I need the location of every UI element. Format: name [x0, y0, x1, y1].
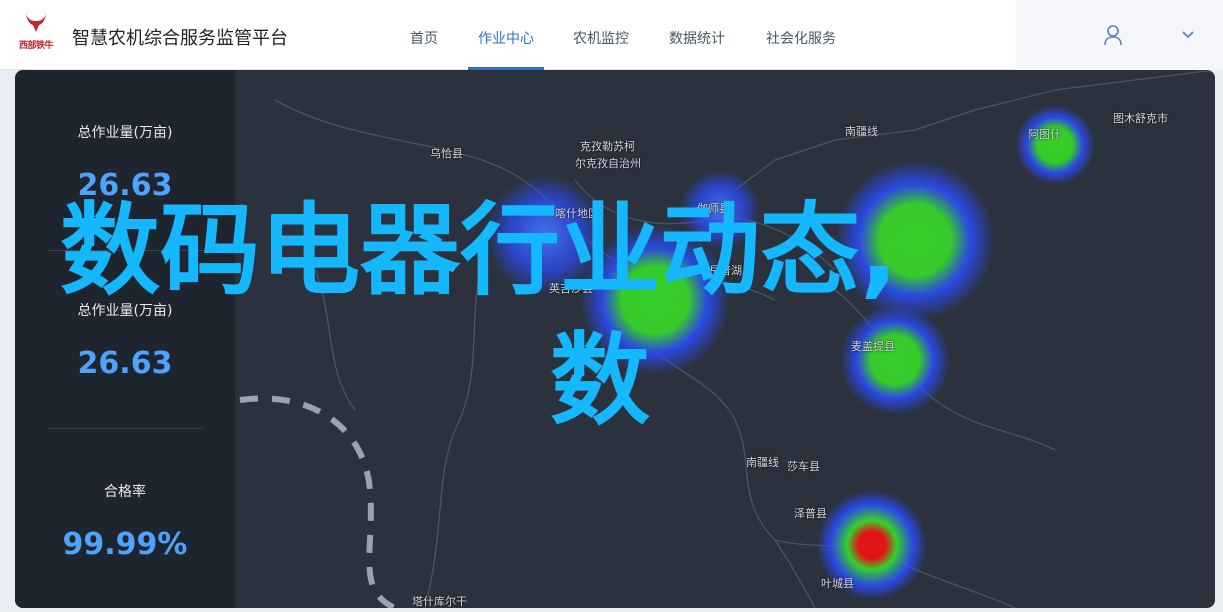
place-label: 泽普县 [794, 507, 827, 520]
chevron-down-icon[interactable] [1182, 31, 1194, 39]
place-label: 叶城县 [821, 577, 854, 590]
logo-text: 西部铁牛 [18, 41, 54, 51]
stat-pass-rate: 合格率 99.99% [15, 481, 235, 562]
bull-logo-icon [26, 14, 46, 32]
place-label: 乌恰县 [430, 147, 463, 160]
heat-spot-6[interactable] [1015, 105, 1095, 185]
stats-sidebar: 总作业量(万亩) 26.63 总作业量(万亩) 26.63 合格率 99.99% [15, 70, 235, 608]
overlay-line-2: 数 [550, 322, 650, 439]
nav-home[interactable]: 首页 [410, 28, 438, 48]
place-label: 南疆线 [746, 456, 779, 469]
heat-spot-5[interactable] [840, 305, 950, 415]
stat-label: 合格率 [104, 484, 146, 500]
user-icon[interactable] [1103, 24, 1123, 46]
overlay-line-1: 数码电器行业动态, [60, 192, 898, 309]
stat-total-work-2: 总作业量(万亩) 26.63 [15, 300, 235, 381]
nav-machine-monitor[interactable]: 农机监控 [573, 28, 629, 48]
nav-social-service[interactable]: 社会化服务 [766, 28, 836, 48]
nav-work-center[interactable]: 作业中心 [478, 28, 534, 48]
place-label: 塔什库尔干 [412, 595, 467, 608]
place-label: 克孜勒苏柯 [580, 140, 635, 153]
top-bar: 西部铁牛 智慧农机综合服务监管平台 首页 作业中心 农机监控 数据统计 社会化服… [0, 0, 1223, 70]
place-label: 尔克孜自治州 [575, 157, 641, 170]
stat-value: 99.99% [62, 527, 188, 562]
nav-statistics[interactable]: 数据统计 [669, 28, 725, 48]
divider [47, 428, 203, 429]
place-label: 南疆线 [845, 125, 878, 138]
app-title: 智慧农机综合服务监管平台 [72, 28, 288, 49]
place-label: 图木舒克市 [1113, 112, 1168, 125]
stat-label: 总作业量(万亩) [77, 125, 173, 141]
place-label: 阿图什 [1028, 128, 1061, 141]
railway-line [239, 395, 397, 608]
brand-logo[interactable]: 西部铁牛 [12, 12, 60, 56]
stat-value: 26.63 [77, 346, 173, 381]
place-label: 麦盖提县 [851, 340, 895, 353]
place-label: 莎车县 [787, 460, 820, 473]
